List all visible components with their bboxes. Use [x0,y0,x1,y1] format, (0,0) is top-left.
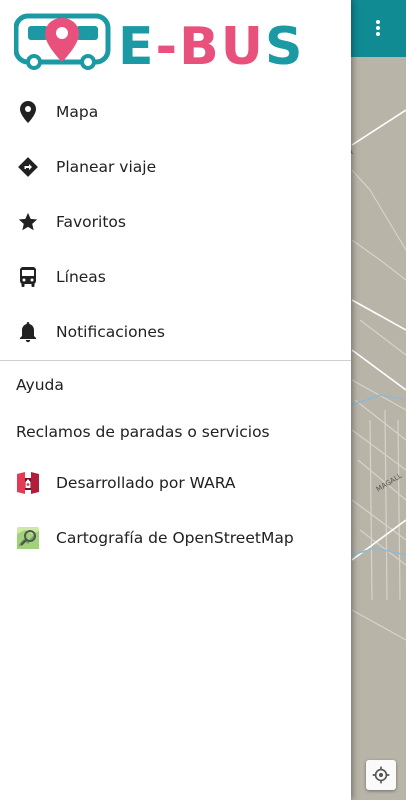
menu-item-mapa[interactable]: Mapa [0,84,351,139]
app-screen: MAGALL A [0,0,406,800]
logo-text: E-BUS [118,17,304,70]
menu-item-wara[interactable]: Desarrollado por WARA [0,455,351,510]
menu-item-openstreetmap[interactable]: Cartografía de OpenStreetMap [0,510,351,565]
menu-item-ayuda[interactable]: Ayuda [0,361,351,408]
bus-icon [16,265,40,289]
ebus-logo: E-BUS [13,12,336,77]
menu-item-label: Cartografía de OpenStreetMap [56,528,294,547]
menu-item-favoritos[interactable]: Favoritos [0,194,351,249]
menu-item-label: Mapa [56,102,99,121]
menu-item-label: Favoritos [56,212,126,231]
openstreetmap-logo-icon [16,526,40,550]
my-location-icon [372,766,390,784]
drawer-header: E-BUS [0,0,351,84]
credits-menu: Desarrollado por WARA Cartografía de Ope… [0,455,351,565]
navigation-drawer: E-BUS Mapa Planear viaje Favoritos Línea… [0,0,351,800]
primary-menu: Mapa Planear viaje Favoritos Líneas Noti… [0,84,351,359]
directions-icon [16,155,40,179]
menu-item-reclamos[interactable]: Reclamos de paradas o servicios [0,408,351,455]
menu-item-lineas[interactable]: Líneas [0,249,351,304]
location-pin-icon [16,100,40,124]
my-location-button[interactable] [366,760,396,790]
menu-item-label: Planear viaje [56,157,157,176]
wara-logo-icon [16,471,40,495]
menu-item-label: Desarrollado por WARA [56,473,236,492]
menu-item-notificaciones[interactable]: Notificaciones [0,304,351,359]
menu-item-label: Líneas [56,267,106,286]
more-vert-icon [376,20,380,36]
star-icon [16,210,40,234]
more-options-button[interactable] [364,14,392,42]
menu-item-label: Notificaciones [56,322,165,341]
ebus-logo-image: E-BUS [13,13,304,77]
menu-item-planear-viaje[interactable]: Planear viaje [0,139,351,194]
bell-icon [16,320,40,344]
